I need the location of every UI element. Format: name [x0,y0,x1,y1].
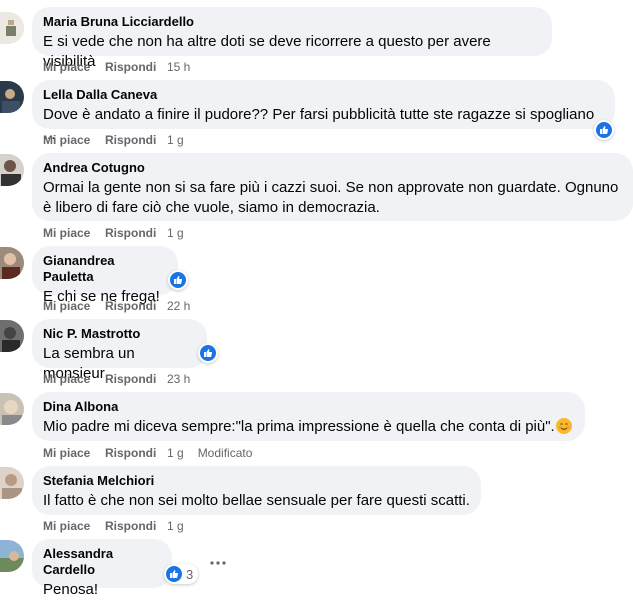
like-button[interactable]: Mi piace [43,59,105,75]
like-icon [170,272,186,288]
like-button[interactable]: Mi piace [43,298,105,314]
like-button[interactable]: Mi piace [43,445,105,461]
like-button[interactable]: Mi piace [43,225,105,241]
reaction-badge[interactable]: 3 [164,564,199,584]
comment-author[interactable]: Lella Dalla Caneva [43,87,604,103]
comment-actions: Mi piace Rispondi 1 g Modificato [43,445,252,461]
avatar-image [0,81,24,113]
like-icon [596,122,612,138]
comment-actions: Mi piace Rispondi 23 h [43,371,190,387]
avatar-image [0,393,24,425]
comment-author[interactable]: Gianandrea Pauletta [43,253,167,285]
comment-author[interactable]: Stefania Melchiori [43,473,470,489]
reaction-badge[interactable] [168,270,188,290]
comment-timestamp[interactable]: 15 h [167,59,190,75]
avatar[interactable] [0,81,24,113]
comment-timestamp[interactable]: 1 g [167,518,184,534]
edited-label[interactable]: Modificato [198,445,253,461]
avatar-image [0,247,24,279]
avatar[interactable] [0,467,24,499]
comment-timestamp[interactable]: 1 g [167,132,184,148]
comment-author[interactable]: Dina Albona [43,399,574,415]
like-button[interactable]: Mi piace [43,371,105,387]
comment-author[interactable]: Nic P. Mastrotto [43,326,196,342]
reply-button[interactable]: Rispondi [105,225,167,241]
comment-bubble: Andrea Cotugno Ormai la gente non si sa … [32,153,633,221]
comment-timestamp[interactable]: 23 h [167,371,190,387]
avatar-image [0,12,24,44]
avatar[interactable] [0,540,24,572]
avatar-image [0,467,24,499]
comment-text: Mio padre mi diceva sempre:"la prima imp… [43,417,574,437]
comment-author[interactable]: Maria Bruna Licciardello [43,14,541,30]
comment-bubble: Gianandrea Pauletta E chi se ne frega! [32,246,178,305]
avatar[interactable] [0,154,24,186]
comment-actions: Mi piace Rispondi 1 g [43,518,184,534]
comment-text: Penosa! [43,581,99,598]
comment-timestamp[interactable]: 22 h [167,298,190,314]
reply-button[interactable]: Rispondi [105,445,167,461]
like-button[interactable]: Mi piace [43,132,105,148]
avatar[interactable] [0,320,24,352]
avatar-image [0,540,24,572]
comment-actions: Mi piace Rispondi 1 g [43,132,184,148]
reaction-count: 3 [186,566,194,582]
comment-timestamp[interactable]: 1 g [167,225,184,241]
comment-actions: Mi piace Rispondi 1 g [43,225,184,241]
avatar[interactable] [0,247,24,279]
comment-bubble: Stefania Melchiori Il fatto è che non se… [32,466,481,515]
comment-timestamp[interactable]: 1 g [167,445,184,461]
comment-bubble: Nic P. Mastrotto La sembra un monsieur [32,319,207,382]
reaction-badge[interactable] [594,120,614,140]
reply-button[interactable]: Rispondi [105,371,167,387]
reaction-badge[interactable] [198,343,218,363]
reply-button[interactable]: Rispondi [105,518,167,534]
reply-button[interactable]: Rispondi [105,132,167,148]
comment-actions: Mi piace Rispondi 15 h [43,59,190,75]
like-icon [200,345,216,361]
comment-author[interactable]: Alessandra Cardello [43,546,161,578]
comment-text-content: Mio padre mi diceva sempre:"la prima imp… [43,418,555,435]
avatar[interactable] [0,393,24,425]
comment-bubble: Dina Albona Mio padre mi diceva sempre:"… [32,392,585,441]
like-button[interactable]: Mi piace [43,518,105,534]
comment-text: Ormai la gente non si sa fare più i cazz… [43,179,619,216]
comment-bubble: Maria Bruna Licciardello E si vede che n… [32,7,552,70]
avatar-image [0,154,24,186]
reply-button[interactable]: Rispondi [105,298,167,314]
smiling-face-icon [555,418,572,434]
more-options-icon[interactable] [210,550,226,571]
comment-text: Il fatto è che non sei molto bellae sens… [43,492,470,509]
avatar[interactable] [0,12,24,44]
comment-author[interactable]: Andrea Cotugno [43,160,622,176]
avatar-image [0,320,24,352]
reply-button[interactable]: Rispondi [105,59,167,75]
comment-actions: Mi piace Rispondi 22 h [43,298,190,314]
comment-bubble: Alessandra Cardello Penosa! [32,539,172,598]
comment-bubble: Lella Dalla Caneva Dove è andato a finir… [32,80,615,143]
